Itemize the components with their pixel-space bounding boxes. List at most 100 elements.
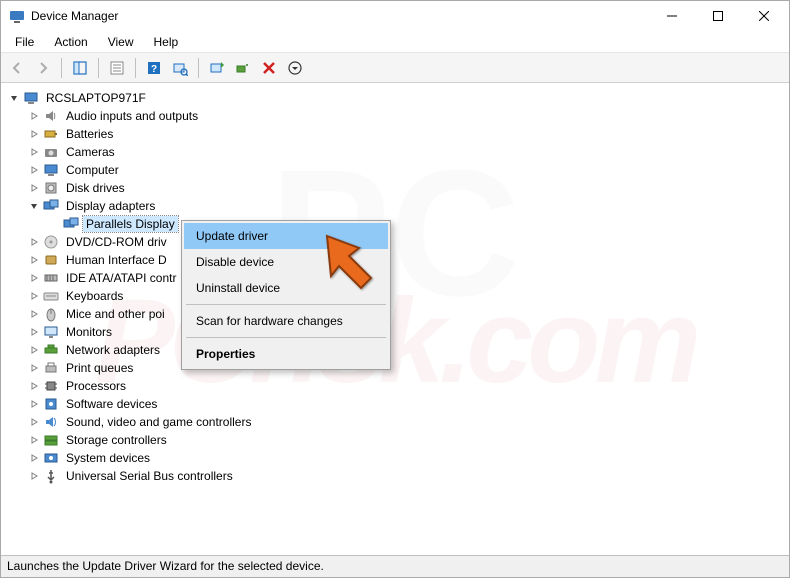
monitor-icon bbox=[43, 324, 59, 340]
minimize-button[interactable] bbox=[649, 1, 695, 31]
tree-category-node[interactable]: Mice and other poi bbox=[27, 305, 787, 323]
context-menu-item[interactable]: Properties bbox=[184, 341, 388, 367]
titlebar: Device Manager bbox=[1, 1, 789, 31]
chevron-right-icon[interactable] bbox=[27, 325, 41, 339]
disk-icon bbox=[43, 180, 59, 196]
tree-category-label: Network adapters bbox=[63, 342, 163, 358]
tree-category-label: Universal Serial Bus controllers bbox=[63, 468, 236, 484]
tree-category-node[interactable]: Network adapters bbox=[27, 341, 787, 359]
menubar: File Action View Help bbox=[1, 31, 789, 53]
tree-category-node[interactable]: Storage controllers bbox=[27, 431, 787, 449]
tree-category-node[interactable]: DVD/CD-ROM driv bbox=[27, 233, 787, 251]
chevron-right-icon[interactable] bbox=[27, 469, 41, 483]
tree-category-label: IDE ATA/ATAPI contr bbox=[63, 270, 179, 286]
menu-help[interactable]: Help bbox=[144, 33, 189, 51]
chevron-right-icon[interactable] bbox=[27, 397, 41, 411]
context-menu-item[interactable]: Disable device bbox=[184, 249, 388, 275]
chevron-right-icon[interactable] bbox=[27, 343, 41, 357]
maximize-button[interactable] bbox=[695, 1, 741, 31]
toolbar-show-hidden-button[interactable] bbox=[68, 56, 92, 80]
tree-category-label: Monitors bbox=[63, 324, 115, 340]
chevron-right-icon[interactable] bbox=[27, 163, 41, 177]
tree-category-label: Mice and other poi bbox=[63, 306, 168, 322]
tree-category-label: Disk drives bbox=[63, 180, 128, 196]
toolbar-separator bbox=[198, 58, 199, 78]
tree-device-label: Parallels Display bbox=[83, 216, 178, 232]
context-menu-item[interactable]: Update driver bbox=[184, 223, 388, 249]
context-menu-item[interactable]: Uninstall device bbox=[184, 275, 388, 301]
tree-category-node[interactable]: Processors bbox=[27, 377, 787, 395]
tree-category-node[interactable]: Sound, video and game controllers bbox=[27, 413, 787, 431]
menu-action[interactable]: Action bbox=[44, 33, 97, 51]
usb-icon bbox=[43, 468, 59, 484]
toolbar-scan-button[interactable] bbox=[168, 56, 192, 80]
toolbar-separator bbox=[61, 58, 62, 78]
toolbar-properties-button[interactable] bbox=[105, 56, 129, 80]
system-icon bbox=[43, 450, 59, 466]
hid-icon bbox=[43, 252, 59, 268]
statusbar: Launches the Update Driver Wizard for th… bbox=[1, 555, 789, 577]
svg-text:?: ? bbox=[151, 64, 157, 75]
toolbar-uninstall-button[interactable] bbox=[231, 56, 255, 80]
tree-category-node[interactable]: Keyboards bbox=[27, 287, 787, 305]
software-icon bbox=[43, 396, 59, 412]
tree-category-label: Audio inputs and outputs bbox=[63, 108, 201, 124]
chevron-right-icon[interactable] bbox=[27, 307, 41, 321]
tree-category-label: System devices bbox=[63, 450, 153, 466]
tree-root-node[interactable]: RCSLAPTOP971F bbox=[7, 89, 787, 107]
tree-category-node[interactable]: Display adapters bbox=[27, 197, 787, 215]
tree-category-node[interactable]: System devices bbox=[27, 449, 787, 467]
tree-root-label: RCSLAPTOP971F bbox=[43, 90, 149, 106]
chevron-right-icon[interactable] bbox=[27, 289, 41, 303]
tree-category-node[interactable]: Monitors bbox=[27, 323, 787, 341]
network-icon bbox=[43, 342, 59, 358]
status-text: Launches the Update Driver Wizard for th… bbox=[7, 559, 324, 573]
menu-file[interactable]: File bbox=[5, 33, 44, 51]
chevron-right-icon[interactable] bbox=[27, 451, 41, 465]
chevron-right-icon[interactable] bbox=[27, 145, 41, 159]
toolbar: ? bbox=[1, 53, 789, 83]
mouse-icon bbox=[43, 306, 59, 322]
toolbar-disable-button[interactable] bbox=[257, 56, 281, 80]
chevron-right-icon[interactable] bbox=[27, 253, 41, 267]
toolbar-action-button[interactable] bbox=[283, 56, 307, 80]
toolbar-back-button[interactable] bbox=[5, 56, 29, 80]
tree-category-label: Batteries bbox=[63, 126, 116, 142]
chevron-right-icon[interactable] bbox=[27, 415, 41, 429]
ide-icon bbox=[43, 270, 59, 286]
toolbar-forward-button[interactable] bbox=[31, 56, 55, 80]
chevron-down-icon[interactable] bbox=[7, 91, 21, 105]
close-button[interactable] bbox=[741, 1, 787, 31]
cpu-icon bbox=[43, 378, 59, 394]
tree-category-node[interactable]: IDE ATA/ATAPI contr bbox=[27, 269, 787, 287]
tree-view[interactable]: PC PCrisk.com RCSLAPTOP971FAudio inputs … bbox=[1, 83, 789, 555]
context-menu-item[interactable]: Scan for hardware changes bbox=[184, 308, 388, 334]
tree-category-label: Keyboards bbox=[63, 288, 126, 304]
chevron-right-icon[interactable] bbox=[27, 433, 41, 447]
tree-category-node[interactable]: Cameras bbox=[27, 143, 787, 161]
chevron-right-icon[interactable] bbox=[27, 361, 41, 375]
tree-device-node[interactable]: Parallels Display bbox=[47, 215, 787, 233]
toolbar-help-button[interactable]: ? bbox=[142, 56, 166, 80]
window-title: Device Manager bbox=[31, 9, 649, 23]
storage-icon bbox=[43, 432, 59, 448]
tree-category-node[interactable]: Batteries bbox=[27, 125, 787, 143]
tree-category-node[interactable]: Print queues bbox=[27, 359, 787, 377]
tree-category-label: Computer bbox=[63, 162, 122, 178]
battery-icon bbox=[43, 126, 59, 142]
chevron-down-icon[interactable] bbox=[27, 199, 41, 213]
chevron-right-icon[interactable] bbox=[27, 127, 41, 141]
chevron-right-icon[interactable] bbox=[27, 235, 41, 249]
tree-category-node[interactable]: Universal Serial Bus controllers bbox=[27, 467, 787, 485]
tree-category-node[interactable]: Human Interface D bbox=[27, 251, 787, 269]
tree-category-node[interactable]: Audio inputs and outputs bbox=[27, 107, 787, 125]
tree-category-node[interactable]: Software devices bbox=[27, 395, 787, 413]
chevron-right-icon[interactable] bbox=[27, 109, 41, 123]
chevron-right-icon[interactable] bbox=[27, 181, 41, 195]
tree-category-node[interactable]: Computer bbox=[27, 161, 787, 179]
chevron-right-icon[interactable] bbox=[27, 379, 41, 393]
menu-view[interactable]: View bbox=[98, 33, 144, 51]
tree-category-node[interactable]: Disk drives bbox=[27, 179, 787, 197]
toolbar-update-driver-button[interactable] bbox=[205, 56, 229, 80]
chevron-right-icon[interactable] bbox=[27, 271, 41, 285]
